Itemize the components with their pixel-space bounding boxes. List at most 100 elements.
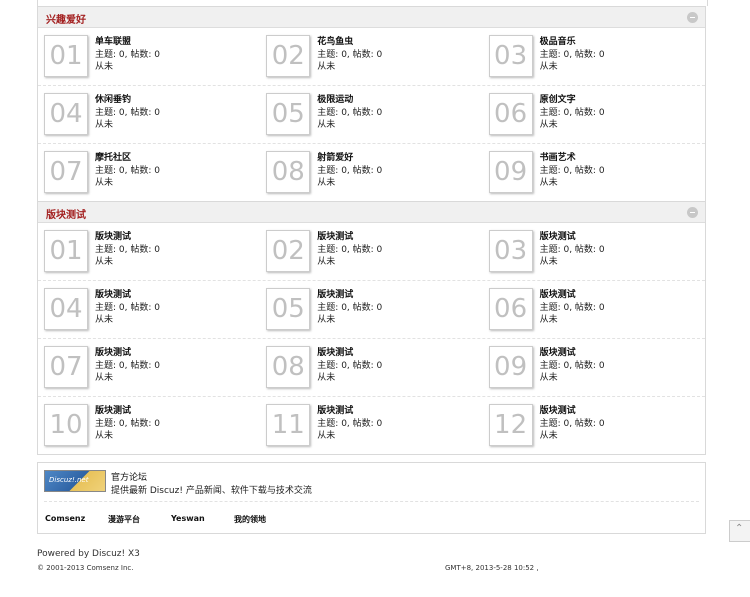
link-comsenz[interactable]: Comsenz: [45, 514, 85, 523]
forum-last-post: 从未: [95, 431, 114, 441]
forum-number-icon[interactable]: 03: [488, 35, 533, 77]
forum-number-icon[interactable]: 02: [266, 230, 311, 272]
forum-name-link[interactable]: 极品音乐: [540, 34, 576, 47]
friend-links: Discuz!.net 官方论坛 提供最新 Discuz! 产品新闻、软件下载与…: [37, 462, 706, 534]
forum-cell: 06 版块测试 主题: 0, 帖数: 0 从未: [483, 281, 705, 338]
forum-name-link[interactable]: 版块测试: [95, 403, 131, 416]
forum-name-link[interactable]: 版块测试: [95, 229, 131, 242]
footer-powered-by[interactable]: Powered by Discuz! X3: [37, 549, 140, 559]
forum-cell: 08 版块测试 主题: 0, 帖数: 0 从未: [260, 339, 482, 396]
logo-text: Discuz!.net: [49, 476, 89, 484]
forum-name-link[interactable]: 极限运动: [317, 92, 353, 105]
forum-last-post: 从未: [539, 315, 558, 325]
forum-row: 07 版块测试 主题: 0, 帖数: 0 从未 08 版块测试 主题: 0, 帖数: 0 从未…: [38, 339, 705, 397]
category-header: 版块测试: [38, 202, 705, 223]
forum-name-link[interactable]: 版块测试: [540, 403, 576, 416]
link-yeswan[interactable]: Yeswan: [171, 514, 205, 523]
forum-number-icon[interactable]: 05: [266, 288, 311, 330]
category-title[interactable]: 版块测试: [46, 206, 86, 221]
forum-last-post: 从未: [317, 120, 336, 130]
forum-cell: 04 版块测试 主题: 0, 帖数: 0 从未: [38, 281, 260, 338]
forum-last-post: 从未: [317, 315, 336, 325]
forum-name-link[interactable]: 花鸟鱼虫: [317, 34, 353, 47]
link-my-territory[interactable]: 我的领地: [234, 514, 266, 525]
forum-number-icon[interactable]: 08: [266, 151, 311, 193]
forum-name-link[interactable]: 版块测试: [95, 345, 131, 358]
collapse-icon[interactable]: [687, 12, 698, 23]
forum-cell: 03 极品音乐 主题: 0, 帖数: 0 从未: [483, 28, 705, 85]
forum-row: 04 版块测试 主题: 0, 帖数: 0 从未 05 版块测试 主题: 0, 帖数: 0 从未…: [38, 281, 705, 339]
forum-cell: 02 版块测试 主题: 0, 帖数: 0 从未: [260, 223, 482, 280]
category-section: 兴趣爱好 01 单车联盟 主题: 0, 帖数: 0 从未 02 花鸟鱼虫 主题: 0, 帖数…: [37, 6, 706, 202]
forum-number-icon[interactable]: 12: [488, 404, 533, 446]
forum-cell: 10 版块测试 主题: 0, 帖数: 0 从未: [38, 397, 260, 454]
forum-cell: 05 版块测试 主题: 0, 帖数: 0 从未: [260, 281, 482, 338]
forum-name-link[interactable]: 单车联盟: [95, 34, 131, 47]
forum-number-icon[interactable]: 08: [266, 346, 311, 388]
forum-number-icon[interactable]: 06: [488, 93, 533, 135]
forum-name-link[interactable]: 版块测试: [317, 229, 353, 242]
forum-row: 01 版块测试 主题: 0, 帖数: 0 从未 02 版块测试 主题: 0, 帖数: 0 从未…: [38, 223, 705, 281]
forum-cell: 04 休闲垂钓 主题: 0, 帖数: 0 从未: [38, 86, 260, 143]
forum-number-icon[interactable]: 07: [44, 346, 88, 388]
forum-number-icon[interactable]: 07: [44, 151, 88, 193]
forum-number-icon[interactable]: 10: [44, 404, 88, 446]
official-forum-link[interactable]: 官方论坛: [111, 470, 147, 483]
forum-last-post: 从未: [539, 431, 558, 441]
forum-last-post: 从未: [95, 62, 114, 72]
forum-last-post: 从未: [317, 257, 336, 267]
forum-last-post: 从未: [95, 178, 114, 188]
collapse-icon[interactable]: [687, 207, 698, 218]
forum-name-link[interactable]: 版块测试: [317, 403, 353, 416]
forum-name-link[interactable]: 射箭爱好: [317, 150, 353, 163]
forum-name-link[interactable]: 版块测试: [540, 229, 576, 242]
forum-last-post: 从未: [317, 178, 336, 188]
forum-cell: 05 极限运动 主题: 0, 帖数: 0 从未: [260, 86, 482, 143]
forum-name-link[interactable]: 版块测试: [317, 345, 353, 358]
forum-number-icon[interactable]: 01: [44, 35, 88, 77]
forum-cell: 01 单车联盟 主题: 0, 帖数: 0 从未: [38, 28, 260, 85]
forum-number-icon[interactable]: 09: [488, 346, 533, 388]
forum-number-icon[interactable]: 01: [44, 230, 88, 272]
forum-number-icon[interactable]: 04: [44, 288, 88, 330]
forum-number-icon[interactable]: 06: [488, 288, 533, 330]
category-header: 兴趣爱好: [38, 7, 705, 28]
forum-cell: 06 原创文字 主题: 0, 帖数: 0 从未: [483, 86, 705, 143]
forum-cell: 09 书画艺术 主题: 0, 帖数: 0 从未: [483, 144, 705, 201]
forum-last-post: 从未: [539, 257, 558, 267]
discuz-logo[interactable]: Discuz!.net: [44, 470, 106, 492]
forum-number-icon[interactable]: 03: [488, 230, 533, 272]
forum-number-icon[interactable]: 11: [266, 404, 311, 446]
forum-name-link[interactable]: 休闲垂钓: [95, 92, 131, 105]
forum-last-post: 从未: [539, 120, 558, 130]
divider: [44, 501, 699, 502]
forum-last-post: 从未: [539, 178, 558, 188]
forum-name-link[interactable]: 版块测试: [540, 287, 576, 300]
footer-timestamp: GMT+8, 2013-5-28 10:52 ,: [445, 564, 539, 572]
forum-name-link[interactable]: 版块测试: [95, 287, 131, 300]
forum-name-link[interactable]: 版块测试: [317, 287, 353, 300]
forum-cell: 07 版块测试 主题: 0, 帖数: 0 从未: [38, 339, 260, 396]
forum-name-link[interactable]: 书画艺术: [540, 150, 576, 163]
forum-last-post: 从未: [95, 120, 114, 130]
forum-row: 10 版块测试 主题: 0, 帖数: 0 从未 11 版块测试 主题: 0, 帖数: 0 从未…: [38, 397, 705, 454]
forum-number-icon[interactable]: 02: [266, 35, 311, 77]
forum-cell: 07 摩托社区 主题: 0, 帖数: 0 从未: [38, 144, 260, 201]
forum-name-link[interactable]: 版块测试: [540, 345, 576, 358]
link-manyou[interactable]: 漫游平台: [108, 514, 140, 525]
forum-grid: 01 单车联盟 主题: 0, 帖数: 0 从未 02 花鸟鱼虫 主题: 0, 帖数: 0 从未…: [38, 28, 705, 201]
forum-name-link[interactable]: 摩托社区: [95, 150, 131, 163]
forum-name-link[interactable]: 原创文字: [540, 92, 576, 105]
forum-number-icon[interactable]: 05: [266, 93, 311, 135]
official-forum-desc: 提供最新 Discuz! 产品新闻、软件下载与技术交流: [111, 486, 312, 496]
forum-cell: 02 花鸟鱼虫 主题: 0, 帖数: 0 从未: [260, 28, 482, 85]
forum-cell: 12 版块测试 主题: 0, 帖数: 0 从未: [483, 397, 705, 454]
forum-grid: 01 版块测试 主题: 0, 帖数: 0 从未 02 版块测试 主题: 0, 帖数: 0 从未…: [38, 223, 705, 454]
forum-cell: 03 版块测试 主题: 0, 帖数: 0 从未: [483, 223, 705, 280]
forum-last-post: 从未: [95, 257, 114, 267]
forum-number-icon[interactable]: 04: [44, 93, 88, 135]
scroll-top-button[interactable]: ⌃: [729, 520, 750, 542]
forum-row: 01 单车联盟 主题: 0, 帖数: 0 从未 02 花鸟鱼虫 主题: 0, 帖数: 0 从未…: [38, 28, 705, 86]
forum-number-icon[interactable]: 09: [488, 151, 533, 193]
category-title[interactable]: 兴趣爱好: [46, 11, 86, 26]
